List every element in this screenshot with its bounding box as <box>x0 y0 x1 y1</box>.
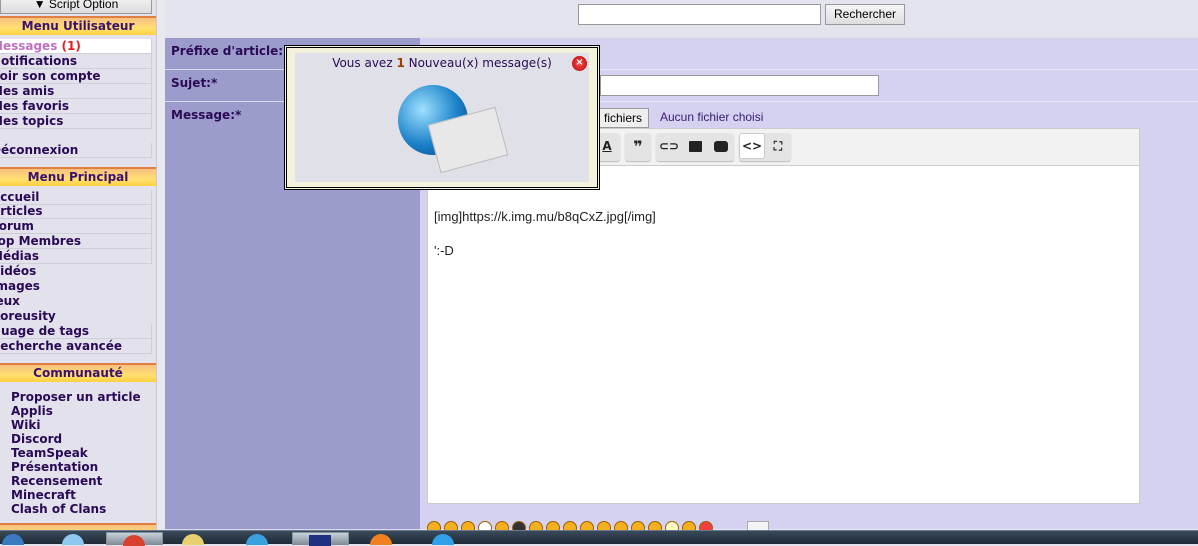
app-icon <box>309 535 331 546</box>
source-code-icon[interactable]: <> <box>739 133 765 159</box>
taskbar-app-icon[interactable] <box>62 534 84 545</box>
community-item[interactable]: Recensement <box>11 474 102 488</box>
start-button-icon[interactable] <box>2 534 24 545</box>
taskbar-app-icon[interactable] <box>246 534 268 545</box>
next-menu-header <box>0 523 156 530</box>
menu-item-media[interactable]: Médias <box>0 249 152 264</box>
quote-icon[interactable]: ❞ <box>625 133 651 159</box>
community-item[interactable]: Proposer un article <box>11 390 141 404</box>
search-input[interactable] <box>578 4 821 25</box>
menu-item-account[interactable]: Voir son compte <box>0 69 152 84</box>
video-icon[interactable] <box>708 133 734 159</box>
menu-item-messages[interactable]: Messages (1) <box>0 39 152 54</box>
menu-item-label: Messages <box>0 39 58 53</box>
taskbar <box>0 530 1198 546</box>
menu-item-notifications[interactable]: Notifications <box>0 54 152 69</box>
search-button[interactable]: Rechercher <box>825 4 906 25</box>
community-menu-header: Communauté <box>0 363 156 382</box>
community-item[interactable]: Minecraft <box>11 488 76 502</box>
menu-item-top-members[interactable]: Top Membres <box>0 234 152 249</box>
community-item[interactable]: Wiki <box>11 418 40 432</box>
menu-item-images[interactable]: Images <box>0 279 152 294</box>
editor-line: [img]https://k.img.mu/b8qCxZ.jpg[/img] <box>434 209 656 224</box>
explorer-icon[interactable] <box>182 534 204 545</box>
close-icon[interactable]: × <box>572 56 587 71</box>
link-icon[interactable]: ⊂⊃ <box>656 133 682 159</box>
community-item[interactable]: Présentation <box>11 460 98 474</box>
menu-item-articles[interactable]: Articles <box>0 204 152 219</box>
user-menu-header: Menu Utilisateur <box>0 16 156 35</box>
sidebar: ▼ Script Option Menu Utilisateur Message… <box>0 0 156 530</box>
community-item[interactable]: Discord <box>11 432 62 446</box>
menu-item-friends[interactable]: Mes amis <box>0 84 152 99</box>
taskbar-chrome-button[interactable] <box>106 532 163 546</box>
script-option-button[interactable]: ▼ Script Option <box>0 0 152 14</box>
messages-count: (1) <box>61 39 81 53</box>
popup-title[interactable]: Vous avez 1 Nouveau(x) message(s) <box>295 53 589 70</box>
community-item[interactable]: Applis <box>11 404 53 418</box>
menu-item-topics[interactable]: Mes topics <box>0 114 152 129</box>
new-message-count: 1 <box>396 56 405 70</box>
menu-item-logout[interactable]: Déconnexion <box>0 143 152 158</box>
menu-item-favorites[interactable]: Mes favoris <box>0 99 152 114</box>
taskbar-app-button[interactable] <box>292 532 349 546</box>
sidebar-scrollbar[interactable] <box>156 0 165 530</box>
new-message-popup: Vous avez 1 Nouveau(x) message(s) × <box>284 45 600 190</box>
image-icon[interactable] <box>682 133 708 159</box>
menu-item-advanced-search[interactable]: Recherche avancée <box>0 339 152 354</box>
file-status: Aucun fichier choisi <box>660 110 764 124</box>
community-item[interactable]: TeamSpeak <box>11 446 88 460</box>
menu-item-tag-cloud[interactable]: Nuage de tags <box>0 324 152 339</box>
skype-icon[interactable] <box>432 534 454 545</box>
menu-item-games[interactable]: Jeux <box>0 294 152 309</box>
menu-item-koreusity[interactable]: Koreusity <box>0 309 152 324</box>
subject-input[interactable] <box>600 75 879 96</box>
menu-item-videos[interactable]: Vidéos <box>0 264 152 279</box>
chrome-icon <box>123 535 145 546</box>
editor-line: ':-D <box>434 243 454 258</box>
firefox-icon[interactable] <box>370 534 392 545</box>
menu-item-home[interactable]: Accueil <box>0 190 152 205</box>
choose-files-button[interactable]: fichiers <box>597 108 650 128</box>
community-item[interactable]: Clash of Clans <box>11 502 106 516</box>
menu-item-forum[interactable]: Forum <box>0 219 152 234</box>
main-menu-header: Menu Principal <box>0 167 156 186</box>
fullscreen-icon[interactable]: ⛶ <box>765 133 791 159</box>
